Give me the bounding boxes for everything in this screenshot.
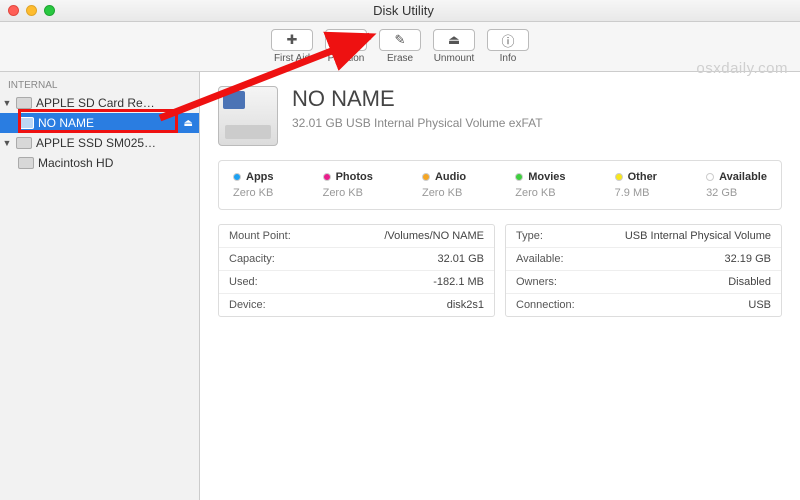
eject-icon[interactable]: ⏏ (184, 118, 193, 129)
sidebar-item-label: Macintosh HD (38, 156, 113, 170)
volume-subtitle: 32.01 GB USB Internal Physical Volume ex… (292, 116, 543, 130)
detail-key: Connection: (516, 299, 575, 311)
watermark: osxdaily.com (696, 60, 788, 77)
usage-swatch (233, 173, 241, 181)
details-right: Type: USB Internal Physical Volume Availab… (505, 224, 782, 317)
detail-value: /Volumes/NO NAME (384, 230, 484, 242)
partition-button[interactable]: ◐ Partition (320, 29, 372, 64)
usage-value: 7.9 MB (615, 187, 650, 199)
detail-key: Device: (229, 299, 266, 311)
detail-value: USB Internal Physical Volume (625, 230, 771, 242)
usage-swatch (706, 173, 714, 181)
usage-value: Zero KB (515, 187, 555, 199)
window-title: Disk Utility (15, 3, 792, 18)
detail-row: Device: disk2s1 (219, 294, 494, 316)
volume-icon (18, 157, 34, 169)
volume-large-icon (218, 86, 278, 146)
usage-category: Available 32 GB (706, 171, 767, 199)
disk-icon (16, 97, 32, 109)
unmount-icon: ⏏ (433, 29, 475, 51)
usage-name: Available (719, 171, 767, 183)
usage-value: Zero KB (233, 187, 273, 199)
detail-row: Used: -182.1 MB (219, 271, 494, 294)
sidebar-item-macintosh-hd[interactable]: Macintosh HD (0, 153, 199, 173)
detail-key: Owners: (516, 276, 557, 288)
detail-row: Connection: USB (506, 294, 781, 316)
sidebar: Internal ▼ APPLE SD Card Re… NO NAME ⏏ ▼… (0, 72, 200, 500)
usage-swatch (515, 173, 523, 181)
detail-value: USB (748, 299, 771, 311)
sidebar-item-label: APPLE SSD SM025… (36, 136, 156, 150)
detail-key: Type: (516, 230, 543, 242)
detail-row: Mount Point: /Volumes/NO NAME (219, 225, 494, 248)
sidebar-section-label: Internal (0, 78, 199, 93)
usage-swatch (615, 173, 623, 181)
usage-category: Audio Zero KB (422, 171, 466, 199)
toolbar: ✚ First Aid ◐ Partition ✎ Erase ⏏ Unmoun… (0, 22, 800, 72)
detail-row: Available: 32.19 GB (506, 248, 781, 271)
first-aid-button[interactable]: ✚ First Aid (266, 29, 318, 64)
usage-swatch (323, 173, 331, 181)
detail-key: Available: (516, 253, 564, 265)
usage-panel: AppsZero KBPhotosZero KBAudioZero KBMovi… (218, 160, 782, 210)
usage-value: Zero KB (323, 187, 363, 199)
detail-key: Used: (229, 276, 258, 288)
erase-button[interactable]: ✎ Erase (374, 29, 426, 64)
detail-key: Mount Point: (229, 230, 291, 242)
detail-value: -182.1 MB (433, 276, 484, 288)
usage-name: Audio (435, 171, 466, 183)
detail-row: Owners: Disabled (506, 271, 781, 294)
usage-name: Other (628, 171, 657, 183)
info-icon: ⓘ (487, 29, 529, 51)
detail-value: 32.01 GB (438, 253, 484, 265)
usage-category: Other 7.9 MB (615, 171, 657, 199)
disk-icon (16, 137, 32, 149)
titlebar: Disk Utility (0, 0, 800, 22)
usage-category: Movies Zero KB (515, 171, 565, 199)
detail-row: Type: USB Internal Physical Volume (506, 225, 781, 248)
content-pane: NO NAME 32.01 GB USB Internal Physical V… (200, 72, 800, 500)
detail-value: 32.19 GB (725, 253, 771, 265)
first-aid-icon: ✚ (271, 29, 313, 51)
annotation-highlight-box (18, 109, 178, 133)
info-button[interactable]: ⓘ Info (482, 29, 534, 64)
detail-value: disk2s1 (447, 299, 484, 311)
usage-category: Photos Zero KB (323, 171, 373, 199)
disclosure-icon[interactable]: ▼ (2, 138, 12, 148)
detail-key: Capacity: (229, 253, 275, 265)
usage-value: Zero KB (422, 187, 462, 199)
unmount-button[interactable]: ⏏ Unmount (428, 29, 480, 64)
detail-row: Capacity: 32.01 GB (219, 248, 494, 271)
usage-name: Apps (246, 171, 274, 183)
partition-icon: ◐ (325, 29, 367, 51)
sidebar-item-label: APPLE SD Card Re… (36, 96, 155, 110)
usage-value: 32 GB (706, 187, 737, 199)
sidebar-item-apple-ssd[interactable]: ▼ APPLE SSD SM025… (0, 133, 199, 153)
usage-name: Photos (336, 171, 373, 183)
usage-category: Apps Zero KB (233, 171, 274, 199)
usage-swatch (422, 173, 430, 181)
erase-icon: ✎ (379, 29, 421, 51)
usage-name: Movies (528, 171, 565, 183)
volume-name: NO NAME (292, 86, 543, 112)
disclosure-icon[interactable]: ▼ (2, 98, 12, 108)
details-left: Mount Point: /Volumes/NO NAME Capacity: 32.… (218, 224, 495, 317)
detail-value: Disabled (728, 276, 771, 288)
